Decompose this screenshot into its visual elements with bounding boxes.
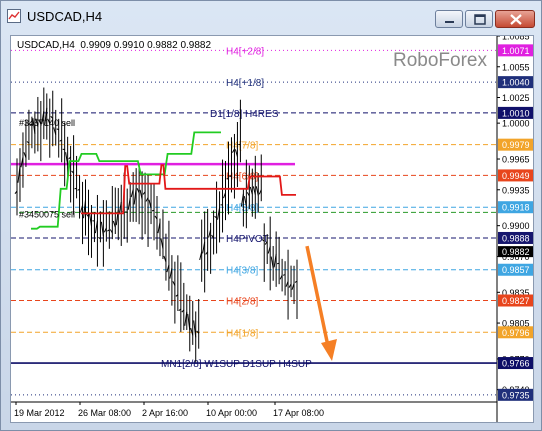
chart-app-icon [7, 9, 21, 23]
info-ohlc: 0.9909 0.9910 0.9882 0.9882 [80, 40, 212, 51]
maximize-button[interactable] [465, 10, 493, 28]
order-label: #3457140 sell [19, 118, 75, 128]
price-bar-open [151, 209, 155, 212]
x-tick-label: 19 Mar 2012 [14, 408, 65, 418]
level-price-text: 1.0010 [502, 108, 530, 118]
level-label: H4[2/8] [226, 297, 258, 308]
close-button[interactable] [495, 10, 535, 28]
price-bar-open [277, 262, 280, 265]
price-chart[interactable]: 1.0085 1.0055 1.0025 1.0000 0.9965 0.9935 0.99… [11, 36, 534, 423]
x-tick-label: 26 Mar 08:00 [78, 408, 131, 418]
x-tick-label: 17 Apr 08:00 [273, 408, 324, 418]
y-tick-label: 0.9965 [502, 155, 530, 165]
level-price-text: 1.0071 [502, 46, 530, 56]
price-bar-open [56, 128, 59, 131]
chart-info: USDCAD,H4 0.9909 0.9910 0.9882 0.9882 [17, 40, 211, 51]
info-symbol: USDCAD,H4 [17, 40, 75, 51]
window-title: USDCAD,H4 [27, 9, 103, 24]
maximize-icon [474, 14, 486, 25]
level-price-text: 0.9796 [502, 328, 530, 338]
y-tick-label: 1.0055 [502, 62, 530, 72]
level-price-text: 0.9766 [502, 359, 530, 369]
title-bar[interactable]: USDCAD,H4 [1, 1, 541, 31]
price-bar-open [282, 274, 286, 276]
forecast-arrow-head [321, 338, 337, 361]
level-price-text: 0.9827 [502, 296, 530, 306]
close-icon [510, 14, 522, 25]
y-tick-label: 1.0025 [502, 93, 530, 103]
level-price-text: 1.0040 [502, 78, 530, 88]
minimize-icon [445, 21, 454, 23]
level-price-text: 0.9918 [502, 203, 530, 213]
order-label: #3450075 sell [19, 209, 75, 219]
level-price-text: 0.9888 [502, 233, 530, 243]
level-price-text: 0.9735 [502, 390, 530, 400]
level-label: H4[3/8] [226, 266, 258, 277]
y-tick-label: 0.9900 [502, 221, 530, 231]
y-tick-label: 0.9935 [502, 185, 530, 195]
chart-area[interactable]: 1.0085 1.0055 1.0025 1.0000 0.9965 0.9935 0.99… [10, 35, 534, 423]
level-label: H4[+1/8] [226, 78, 264, 89]
level-price-text: 0.9979 [502, 140, 530, 150]
forecast-arrow-shaft [305, 245, 331, 352]
x-tick-label: 10 Apr 00:00 [206, 408, 257, 418]
price-bar-open [74, 187, 77, 190]
minimize-button[interactable] [435, 10, 463, 28]
level-label: H4[+2/8] [226, 46, 264, 57]
y-tick-label: 1.0000 [502, 119, 530, 129]
x-tick-label: 2 Apr 16:00 [142, 408, 188, 418]
chart-window: USDCAD,H4 1.0085 1.0055 1.0025 1.0000 0.9965… [0, 0, 542, 431]
level-label: H4[7/8] [226, 141, 258, 152]
y-tick-label: 1.0085 [502, 36, 530, 42]
level-price-text: 0.9949 [502, 171, 530, 181]
brand-logo: RoboForex [393, 50, 487, 71]
level-label: MN1[2/8] W1SUP D1SUP H4SUP [161, 359, 312, 370]
level-label: H4[1/8] [226, 328, 258, 339]
red-step-line [81, 164, 296, 215]
level-label: D1[1/8] H4RES [210, 109, 279, 120]
current-price-text: 0.9882 [502, 247, 530, 257]
level-price-text: 0.9857 [502, 265, 530, 275]
